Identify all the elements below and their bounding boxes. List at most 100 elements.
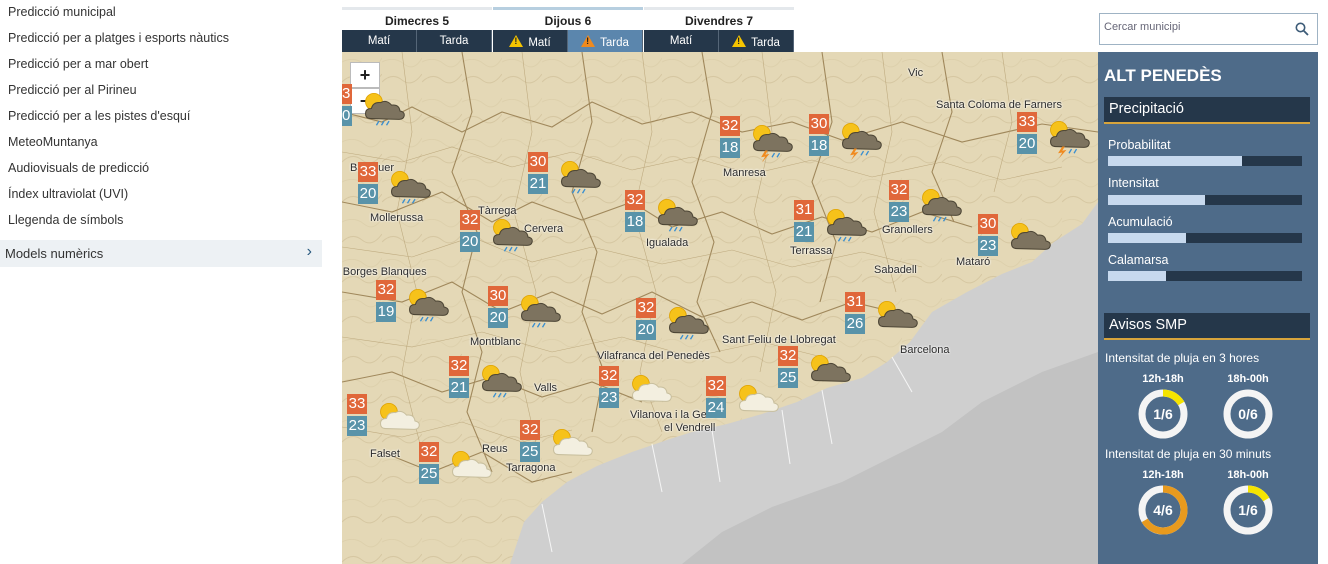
ring-value: 1/6	[1238, 502, 1258, 518]
sun-cloud-rain-icon	[382, 168, 438, 210]
min-temperature: 20	[460, 232, 480, 252]
city-label-manresa[interactable]: Manresa	[723, 167, 766, 179]
zoom-in-button[interactable]: +	[350, 62, 380, 88]
min-temperature: 21	[528, 174, 548, 194]
city-label-igualada[interactable]: Igualada	[646, 237, 688, 249]
ring-value: 4/6	[1153, 502, 1173, 518]
sun-cloud-light-icon	[544, 426, 600, 468]
city-label-vic[interactable]: Vic	[908, 67, 923, 79]
nav-item-uvi[interactable]: Índex ultraviolat (UVI)	[8, 187, 128, 201]
max-temperature: 33	[358, 162, 378, 182]
sun-cloud-rain-icon	[356, 90, 412, 132]
bar-calamarsa	[1108, 271, 1302, 281]
day-tab-dijous[interactable]: Dijous 6	[493, 7, 643, 29]
ring-gauge: 0/6	[1223, 389, 1273, 439]
city-label-borges[interactable]: Les Borges Blanques	[342, 266, 427, 278]
ring-value: 1/6	[1153, 406, 1173, 422]
left-navigation: Predicció municipal Predicció per a plat…	[0, 0, 322, 564]
min-temperature: 23	[347, 416, 367, 436]
min-temperature: 18	[625, 212, 645, 232]
min-temperature: 20	[636, 320, 656, 340]
max-temperature: 32	[636, 298, 656, 318]
bar-intensitat	[1108, 195, 1302, 205]
min-temperature: 20	[342, 106, 352, 126]
min-temperature: 21	[449, 378, 469, 398]
period-divendres-tarda[interactable]: Tarda	[719, 30, 794, 52]
city-label-vilafranca[interactable]: Vilafranca del Penedès	[597, 350, 710, 362]
ring-label: 18h-00h	[1227, 469, 1269, 481]
bar-probabilitat	[1108, 156, 1302, 166]
min-temperature: 20	[358, 184, 378, 204]
city-label-mataro[interactable]: Mataró	[956, 256, 990, 268]
city-label-montblanc[interactable]: Montblanc	[470, 336, 521, 348]
ring-value: 0/6	[1238, 406, 1258, 422]
min-temperature: 24	[706, 398, 726, 418]
bar-label-intensitat: Intensitat	[1108, 176, 1159, 190]
min-temperature: 25	[520, 442, 540, 462]
nav-item-audiovisuals[interactable]: Audiovisuals de predicció	[8, 161, 149, 175]
city-label-mollerussa[interactable]: Mollerussa	[370, 212, 423, 224]
city-label-valls[interactable]: Valls	[534, 382, 557, 394]
chevron-right-icon: ›	[306, 243, 312, 260]
min-temperature: 23	[889, 202, 909, 222]
search-input[interactable]	[1104, 21, 1284, 33]
city-label-barcelona[interactable]: Barcelona	[900, 344, 950, 356]
period-dimecres-tarda[interactable]: Tarda	[417, 30, 492, 52]
period-dijous-tarda[interactable]: Tarda	[568, 30, 643, 52]
nav-item-platges[interactable]: Predicció per a platges i esports nàutic…	[8, 31, 229, 45]
nav-item-meteomuntanya[interactable]: MeteoMuntanya	[8, 135, 98, 149]
ring-30m-18-00[interactable]: 18h-00h 1/6	[1218, 469, 1278, 537]
max-temperature: 30	[528, 152, 548, 172]
max-temperature: 30	[809, 114, 829, 134]
min-temperature: 20	[488, 308, 508, 328]
max-temperature: 32	[720, 116, 740, 136]
ring-3h-12-18[interactable]: 12h-18h 1/6	[1133, 373, 1193, 441]
min-temperature: 18	[720, 138, 740, 158]
ring-3h-18-00[interactable]: 18h-00h 0/6	[1218, 373, 1278, 441]
nav-item-predicció-municipal[interactable]: Predicció municipal	[8, 5, 116, 19]
nav-item-pistes-esqui[interactable]: Predicció per a les pistes d'esquí	[8, 109, 190, 123]
max-temperature: 32	[376, 280, 396, 300]
period-divendres-mati[interactable]: Matí	[644, 30, 719, 52]
nav-item-llegenda[interactable]: Llegenda de símbols	[8, 213, 123, 227]
sun-cloud-rain-icon	[913, 186, 969, 228]
sun-cloud-rain-icon	[484, 216, 540, 258]
period-dimecres-mati[interactable]: Matí	[342, 30, 417, 52]
sun-cloud-icon	[802, 352, 858, 394]
nav-item-pirineu[interactable]: Predicció per al Pirineu	[8, 83, 137, 97]
nav-item-mar-obert[interactable]: Predicció per a mar obert	[8, 57, 148, 71]
city-label-vendrell[interactable]: el Vendrell	[664, 422, 715, 434]
warning-icon	[732, 35, 747, 47]
max-temperature: 30	[488, 286, 508, 306]
city-label-falset[interactable]: Falset	[370, 448, 400, 460]
max-temperature: 32	[706, 376, 726, 396]
min-temperature: 21	[794, 222, 814, 242]
ring-gauge: 1/6	[1138, 389, 1188, 439]
city-label-santa-coloma[interactable]: Santa Coloma de Farners	[936, 99, 1062, 111]
period-dijous-mati[interactable]: Matí	[493, 30, 568, 52]
period-label: Tarda	[751, 37, 780, 49]
sun-cloud-icon	[1002, 220, 1058, 262]
max-temperature: 31	[845, 292, 865, 312]
ring-30m-12-18[interactable]: 12h-18h 4/6	[1133, 469, 1193, 537]
min-temperature: 23	[599, 388, 619, 408]
bar-label-probabilitat: Probabilitat	[1108, 138, 1171, 152]
max-temperature: 33	[342, 84, 352, 104]
city-label-sant-feliu[interactable]: Sant Feliu de Llobregat	[722, 334, 836, 346]
forecast-map[interactable]: + − Vic Santa Coloma de Farners Balaguer…	[342, 52, 1098, 564]
region-title: ALT PENEDÈS	[1104, 66, 1222, 85]
bar-acumulacio	[1108, 233, 1302, 243]
region-panel: ALT PENEDÈS Precipitació Probabilitat In…	[1098, 52, 1318, 564]
smp-section-title: Avisos SMP	[1104, 313, 1310, 340]
city-label-sabadell[interactable]: Sabadell	[874, 264, 917, 276]
search-icon[interactable]	[1295, 22, 1309, 36]
day-tab-dimecres[interactable]: Dimecres 5	[342, 7, 492, 29]
bar-fill	[1108, 195, 1205, 205]
smp-group-title-3h: Intensitat de pluja en 3 hores	[1105, 351, 1260, 365]
day-tab-divendres[interactable]: Divendres 7	[644, 7, 794, 29]
sun-cloud-storm-icon	[833, 120, 889, 162]
nav-item-models-numerics[interactable]: Models numèrics ›	[0, 240, 322, 267]
bar-fill	[1108, 156, 1242, 166]
period-label: Matí	[528, 37, 551, 49]
period-label: Matí	[669, 35, 693, 47]
